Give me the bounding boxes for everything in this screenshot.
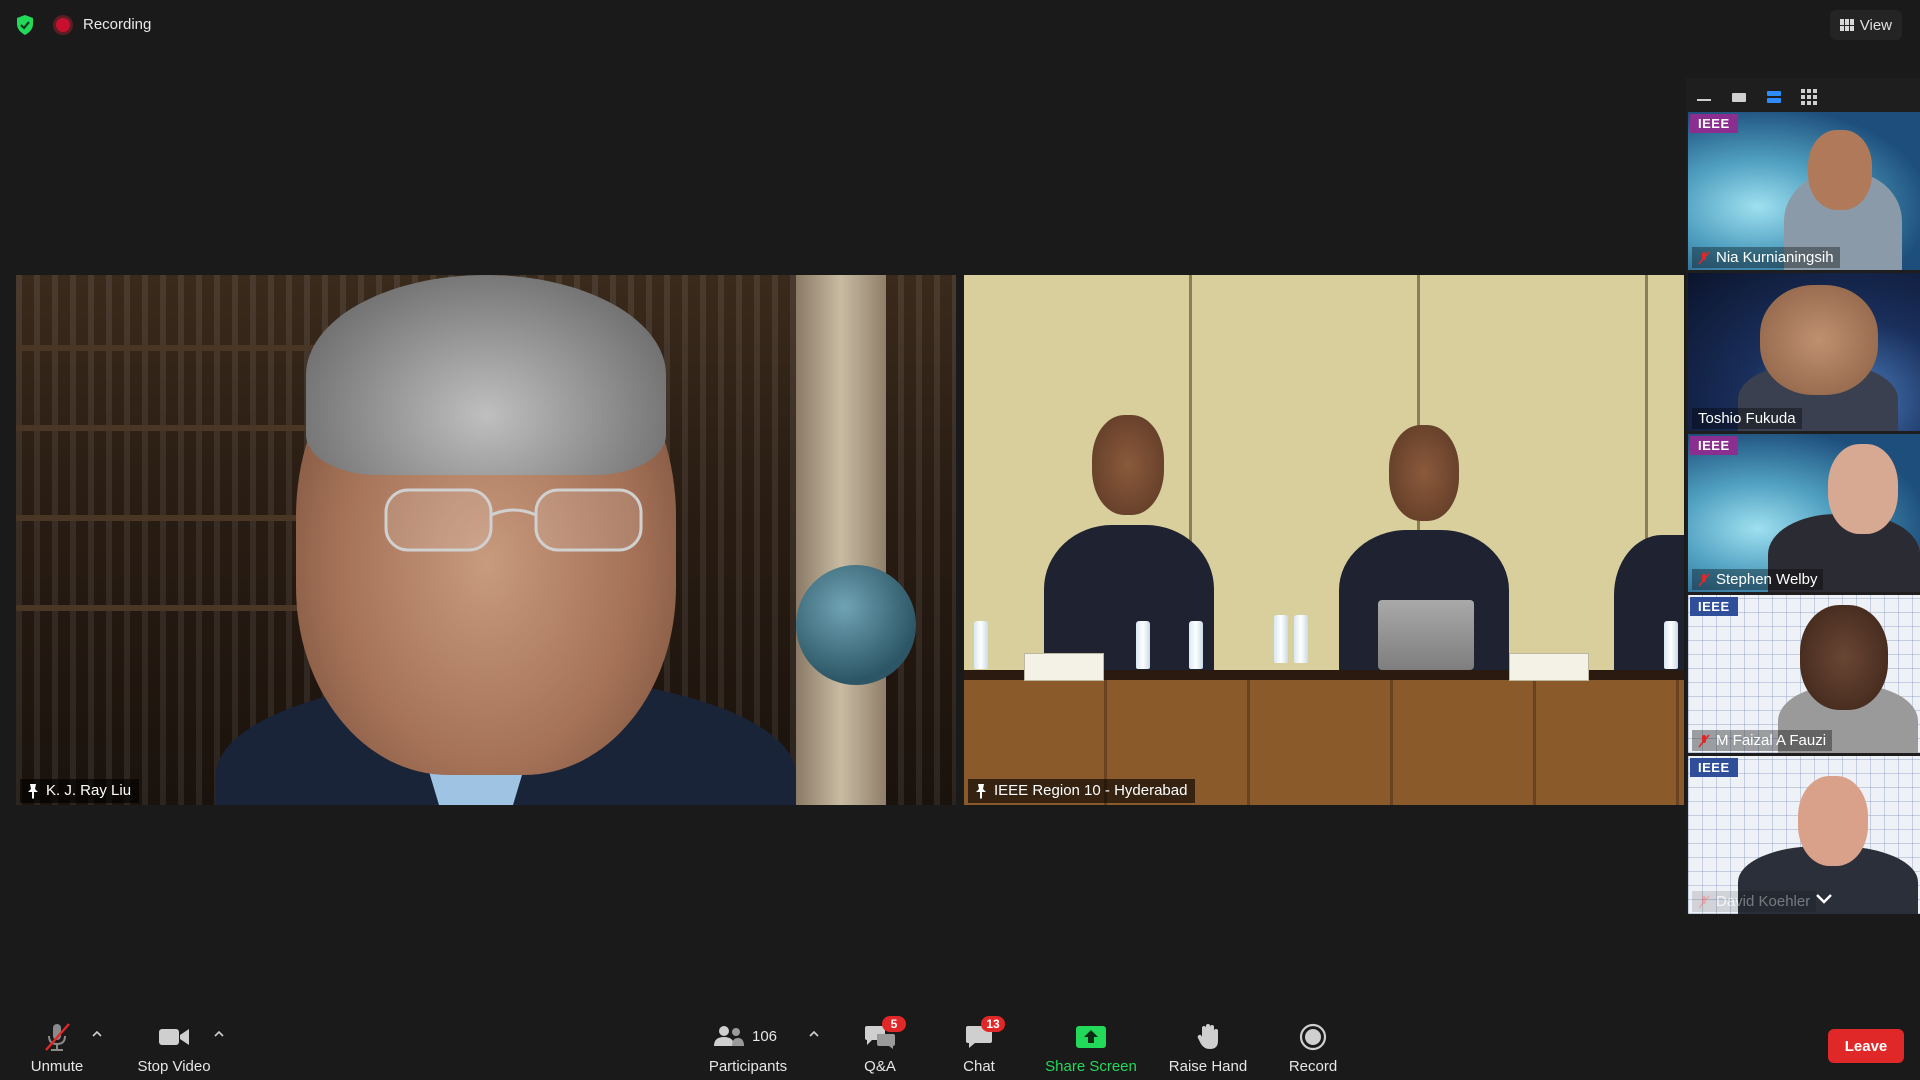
globe [796, 565, 916, 685]
video-tile-k-j-ray-liu[interactable]: K. J. Ray Liu [16, 275, 956, 805]
raise-hand-label: Raise Hand [1168, 1058, 1248, 1075]
audio-options-caret-icon[interactable] [92, 1030, 102, 1038]
participant-name: IEEE Region 10 - Hyderabad [994, 782, 1188, 799]
shelf [16, 425, 346, 431]
participant-name: Toshio Fukuda [1698, 410, 1796, 427]
record-button[interactable]: Record [1268, 1022, 1358, 1075]
participant-name-tag: M Faizal A Fauzi [1692, 730, 1833, 751]
muted-mic-icon [1698, 894, 1710, 909]
participant-name: Nia Kurnianingsih [1716, 249, 1834, 266]
share-screen-label: Share Screen [1045, 1058, 1137, 1075]
share-screen-icon [1071, 1022, 1111, 1052]
video-thumbnail-m-faizal-a-fauzi[interactable]: IEEE M Faizal A Fauzi [1688, 595, 1920, 753]
name-placard [1024, 653, 1104, 681]
ieee-logo: IEEE [1690, 758, 1738, 777]
participant-name: K. J. Ray Liu [46, 782, 132, 799]
grid-layout-icon[interactable] [1791, 87, 1826, 107]
recording-label: Recording [83, 16, 152, 33]
minimize-icon[interactable] [1686, 87, 1721, 107]
participants-icon: 106 [708, 1022, 788, 1052]
name-placard [1509, 653, 1589, 681]
leave-meeting-button[interactable]: Leave [1828, 1029, 1904, 1063]
qa-badge: 5 [882, 1016, 906, 1032]
video-thumbnail-stephen-welby[interactable]: IEEE Stephen Welby [1688, 434, 1920, 592]
participants-count: 106 [752, 1028, 778, 1045]
meeting-top-bar: Recording View [0, 0, 1920, 48]
muted-mic-icon [1698, 250, 1710, 265]
qa-bubbles-icon: 5 [860, 1016, 906, 1052]
pin-icon [28, 783, 38, 799]
water-bottle [1294, 615, 1308, 663]
record-label: Record [1288, 1058, 1338, 1075]
pin-icon [976, 783, 986, 799]
water-bottle [1189, 621, 1203, 669]
video-options-caret-icon[interactable] [214, 1030, 224, 1038]
participant-name: Stephen Welby [1716, 571, 1818, 588]
shelf [16, 345, 346, 351]
grid-icon [1839, 19, 1854, 31]
record-icon [1293, 1022, 1333, 1052]
chat-label: Chat [963, 1058, 995, 1075]
laptop [1378, 600, 1474, 670]
video-tile-ieee-region-10-hyderabad[interactable]: IEEE Region 10 - Hyderabad [964, 275, 1684, 805]
video-camera-icon [154, 1022, 194, 1052]
participant-name-tag: David Koehler [1692, 891, 1817, 912]
video-thumbnail-nia-kurnianingsih[interactable]: IEEE Nia Kurnianingsih [1688, 112, 1920, 270]
stop-video-button[interactable]: Stop Video [129, 1022, 219, 1075]
video-layout-toolbar [1686, 84, 1920, 110]
water-bottle [974, 621, 988, 669]
water-bottle [1136, 621, 1150, 669]
security-shield-icon[interactable] [14, 14, 36, 36]
ieee-logo: IEEE [1690, 597, 1738, 616]
strip-layout-icon[interactable] [1756, 87, 1791, 107]
unmute-label: Unmute [30, 1058, 84, 1075]
water-bottle [1274, 615, 1288, 663]
stop-video-label: Stop Video [137, 1058, 211, 1075]
single-video-icon[interactable] [1721, 87, 1756, 107]
participant-name: David Koehler [1716, 893, 1811, 910]
participant-name-tag: Stephen Welby [1692, 569, 1824, 590]
participant-name: M Faizal A Fauzi [1716, 732, 1827, 749]
participants-label: Participants [708, 1058, 788, 1075]
video-thumbnail-toshio-fukuda[interactable]: Toshio Fukuda [1688, 273, 1920, 431]
muted-mic-icon [1698, 572, 1710, 587]
meeting-controls-bar: Unmute Stop Video 106 Participants 5 Q&A… [0, 1008, 1920, 1080]
chat-button[interactable]: 13 Chat [934, 1016, 1024, 1075]
participant-name-tag: K. J. Ray Liu [20, 779, 140, 803]
glasses [384, 488, 643, 552]
qa-button[interactable]: 5 Q&A [835, 1016, 925, 1075]
participant-name-tag: Toshio Fukuda [1692, 408, 1802, 429]
water-bottle [1664, 621, 1678, 669]
chat-bubble-icon: 13 [959, 1016, 1005, 1052]
muted-microphone-icon [37, 1022, 77, 1052]
video-thumbnail-david-koehler[interactable]: IEEE David Koehler [1688, 756, 1920, 914]
scroll-down-chevron-icon[interactable] [1814, 892, 1834, 906]
chat-badge: 13 [981, 1016, 1005, 1032]
raise-hand-button[interactable]: Raise Hand [1163, 1022, 1253, 1075]
unmute-button[interactable]: Unmute [12, 1022, 102, 1075]
participants-button[interactable]: 106 Participants [703, 1022, 793, 1075]
ieee-logo: IEEE [1690, 114, 1738, 133]
view-button[interactable]: View [1829, 10, 1902, 40]
raised-hand-icon [1188, 1022, 1228, 1052]
curtain [796, 275, 886, 805]
speaker-hair [306, 275, 666, 475]
recording-indicator-icon[interactable] [56, 18, 70, 32]
qa-label: Q&A [864, 1058, 896, 1075]
participants-options-caret-icon[interactable] [809, 1030, 819, 1038]
ieee-logo: IEEE [1690, 436, 1738, 455]
participant-name-tag: Nia Kurnianingsih [1692, 247, 1840, 268]
share-screen-button[interactable]: Share Screen [1045, 1022, 1137, 1075]
view-label: View [1859, 16, 1892, 34]
participant-name-tag: IEEE Region 10 - Hyderabad [968, 779, 1196, 803]
muted-mic-icon [1698, 733, 1710, 748]
